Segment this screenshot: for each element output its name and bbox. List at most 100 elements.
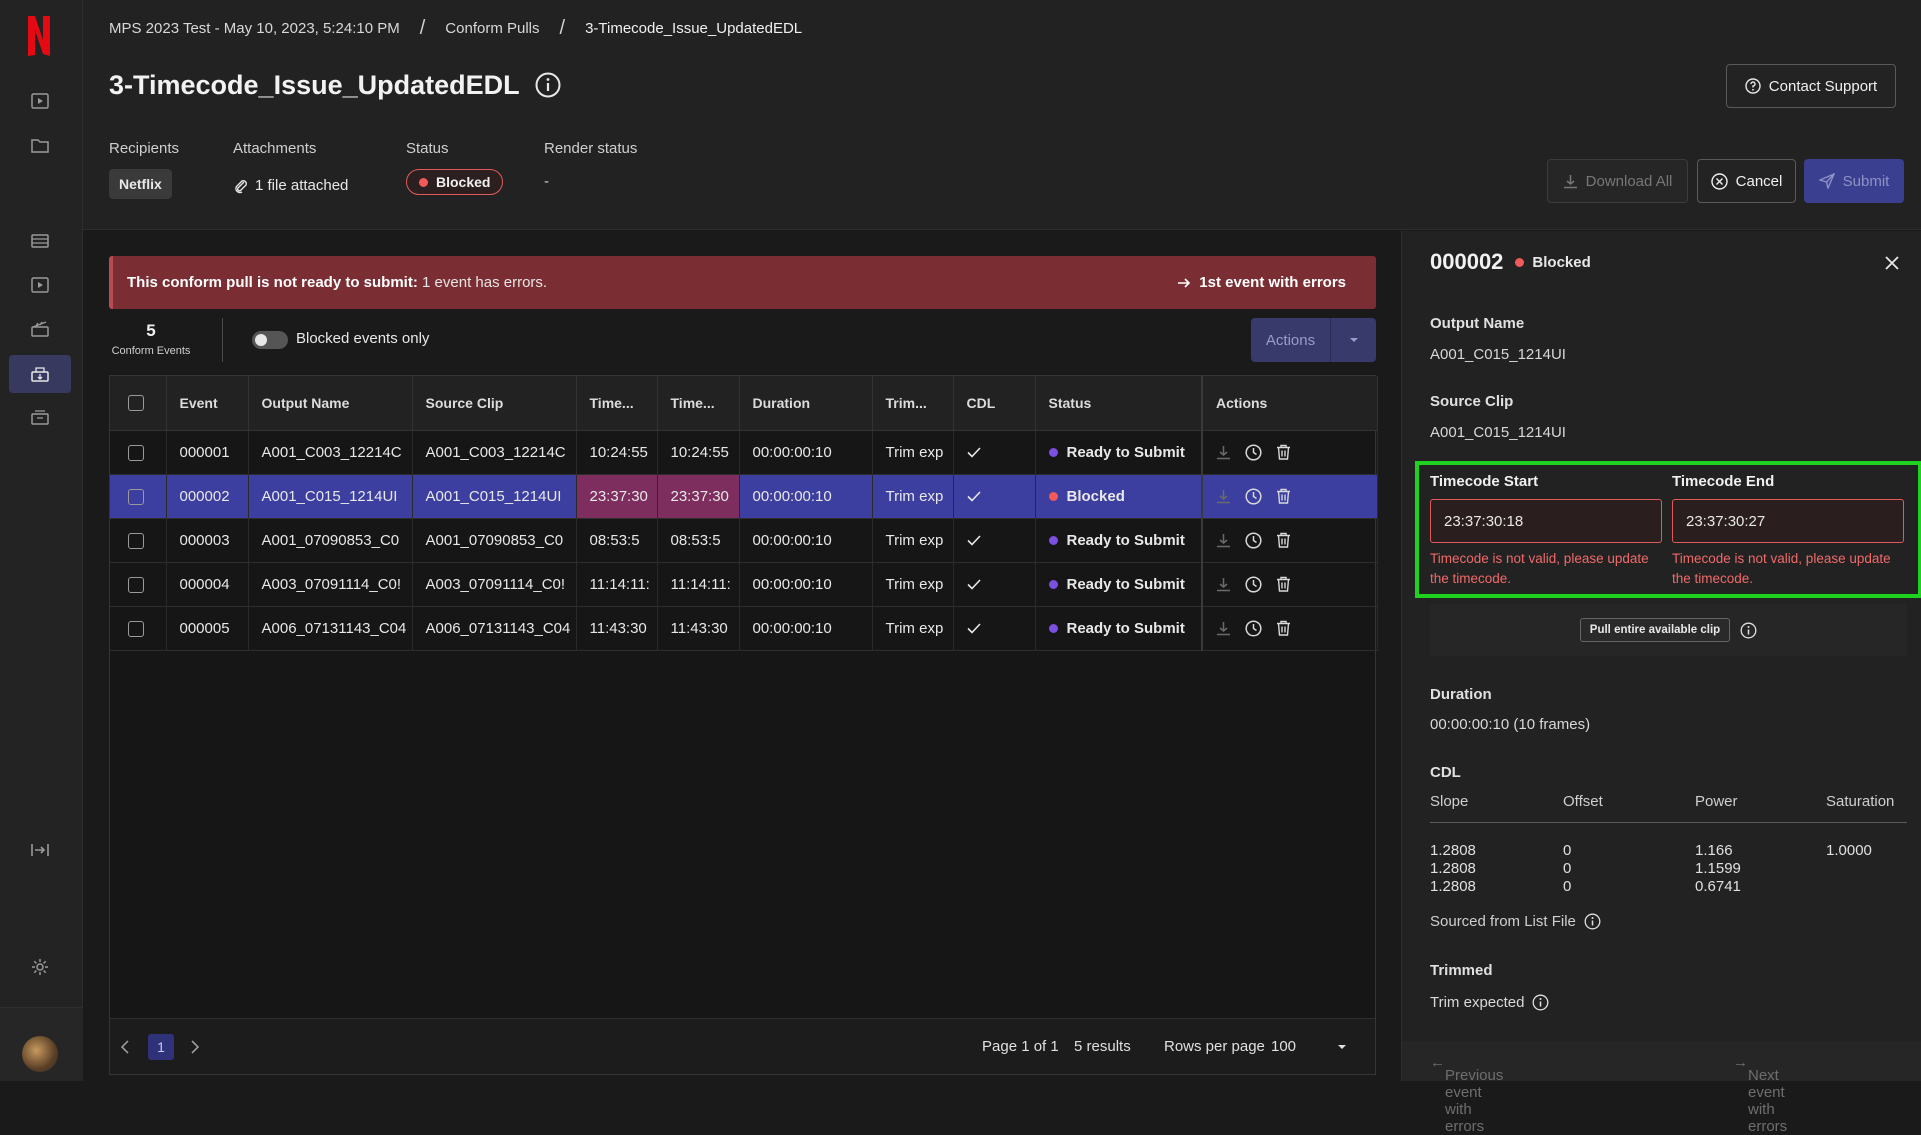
output-name-cell: A001_07090853_C0 <box>248 518 413 563</box>
cdl-header: Slope Offset Power Saturation <box>1430 793 1907 823</box>
alert-text: 1 event has errors. <box>417 274 548 291</box>
page-number-button[interactable]: 1 <box>148 1033 174 1060</box>
col-output-name[interactable]: Output Name <box>248 376 413 431</box>
settings-gear-icon[interactable] <box>28 955 52 979</box>
next-error-link[interactable]: → Next event with errors <box>1733 1054 1787 1135</box>
col-duration[interactable]: Duration <box>739 376 873 431</box>
conform-icon[interactable] <box>28 362 52 386</box>
output-name-cell: A006_07131143_C04 <box>248 606 413 651</box>
col-trim[interactable]: Trim... <box>872 376 954 431</box>
info-icon[interactable] <box>1532 994 1549 1011</box>
prev-page-icon[interactable] <box>120 1039 130 1054</box>
cdl-cell <box>953 518 1036 563</box>
info-icon[interactable] <box>1584 913 1601 930</box>
row-checkbox[interactable] <box>128 576 144 593</box>
row-select-cell[interactable] <box>110 518 167 563</box>
download-icon[interactable] <box>1216 533 1231 548</box>
status-text: Ready to Submit <box>1066 443 1185 461</box>
col-cdl[interactable]: CDL <box>953 376 1036 431</box>
close-icon[interactable] <box>1884 255 1900 271</box>
render-status-section: Render status - <box>544 140 637 190</box>
next-page-icon[interactable] <box>190 1039 200 1054</box>
row-checkbox[interactable] <box>128 532 144 549</box>
history-clock-icon[interactable] <box>1245 443 1262 461</box>
table-row[interactable]: 000004 A003_07091114_C0! A003_07091114_C0!… <box>110 562 1378 607</box>
cdl-cell <box>953 474 1036 519</box>
recipients-section: Recipients Netflix <box>109 140 179 199</box>
breadcrumb-project[interactable]: MPS 2023 Test - May 10, 2023, 5:24:10 PM <box>109 20 400 37</box>
col-status[interactable]: Status <box>1035 376 1203 431</box>
download-icon <box>1563 174 1577 188</box>
blocked-only-toggle[interactable] <box>252 331 288 349</box>
collapse-sidebar-icon[interactable] <box>28 838 52 862</box>
timecode-start-input[interactable]: 23:37:30:18 <box>1430 499 1662 543</box>
select-all-cell[interactable] <box>110 376 167 431</box>
media-icon[interactable] <box>28 273 52 297</box>
table-row[interactable]: 000002 A001_C015_1214UI A001_C015_1214UI 23… <box>110 474 1378 519</box>
rows-caret-icon[interactable] <box>1337 1044 1347 1050</box>
checkmark-icon <box>966 622 981 634</box>
alert-message: This conform pull is not ready to submit… <box>127 274 547 291</box>
play-icon[interactable] <box>28 89 52 113</box>
actions-button[interactable]: Actions <box>1251 318 1331 362</box>
trash-icon[interactable] <box>1276 620 1291 636</box>
download-icon[interactable] <box>1216 489 1231 504</box>
history-clock-icon[interactable] <box>1245 531 1262 549</box>
select-all-checkbox[interactable] <box>128 395 144 412</box>
folder-icon[interactable] <box>28 133 52 157</box>
breadcrumb-separator: / <box>419 17 426 39</box>
breadcrumb-conform-pulls[interactable]: Conform Pulls <box>445 20 539 37</box>
user-avatar[interactable] <box>22 1036 58 1072</box>
row-checkbox[interactable] <box>128 620 144 637</box>
breadcrumb-separator: / <box>559 17 566 39</box>
actions-dropdown[interactable]: Actions <box>1251 318 1376 362</box>
col-source-clip[interactable]: Source Clip <box>412 376 577 431</box>
contact-support-button[interactable]: Contact Support <box>1726 64 1896 108</box>
render-status-label: Render status <box>544 140 638 157</box>
attachments-link[interactable]: 1 file attached <box>223 169 348 194</box>
first-error-link[interactable]: 1st event with errors <box>1177 274 1346 291</box>
attachments-label: Attachments <box>233 140 317 157</box>
table-row[interactable]: 000003 A001_07090853_C0 A001_07090853_C0 08… <box>110 518 1378 563</box>
pull-entire-clip-button[interactable]: Pull entire available clip <box>1579 618 1731 642</box>
col-event[interactable]: Event <box>166 376 249 431</box>
status-text: Blocked <box>1066 487 1125 505</box>
clapper-icon[interactable] <box>28 317 52 341</box>
cancel-button[interactable]: Cancel <box>1697 159 1796 203</box>
history-clock-icon[interactable] <box>1245 487 1262 505</box>
event-cell: 000005 <box>166 606 249 651</box>
timecode-end-group: Timecode End 23:37:30:27 Timecode is not… <box>1672 473 1904 589</box>
row-checkbox[interactable] <box>128 488 144 505</box>
trash-icon[interactable] <box>1276 488 1291 504</box>
history-clock-icon[interactable] <box>1245 575 1262 593</box>
table-row[interactable]: 000005 A006_07131143_C04 A006_07131143_C04… <box>110 606 1378 651</box>
download-icon[interactable] <box>1216 621 1231 636</box>
previous-error-link[interactable]: ← Previous event with errors <box>1430 1054 1503 1135</box>
info-icon[interactable] <box>1740 622 1757 639</box>
col-timecode-start[interactable]: Time... <box>576 376 658 431</box>
toggle-knob <box>255 334 267 346</box>
output-name-cell: A001_C003_12214C <box>248 430 413 475</box>
row-select-cell[interactable] <box>110 474 167 519</box>
trash-icon[interactable] <box>1276 576 1291 592</box>
table-row[interactable]: 000001 A001_C003_12214C A001_C003_12214C 10… <box>110 430 1378 475</box>
rows-per-page-value[interactable]: 100 <box>1271 1038 1296 1055</box>
col-timecode-end[interactable]: Time... <box>657 376 740 431</box>
submit-button[interactable]: Submit <box>1804 159 1904 203</box>
download-all-button[interactable]: Download All <box>1547 159 1688 203</box>
trash-icon[interactable] <box>1276 444 1291 460</box>
download-icon[interactable] <box>1216 577 1231 592</box>
netflix-logo[interactable] <box>22 14 56 58</box>
row-checkbox[interactable] <box>128 444 144 461</box>
trash-icon[interactable] <box>1276 532 1291 548</box>
caret-down-icon[interactable] <box>1331 318 1376 362</box>
row-select-cell[interactable] <box>110 606 167 651</box>
download-icon[interactable] <box>1216 445 1231 460</box>
delivery-icon[interactable] <box>28 405 52 429</box>
row-select-cell[interactable] <box>110 562 167 607</box>
history-clock-icon[interactable] <box>1245 619 1262 637</box>
row-select-cell[interactable] <box>110 430 167 475</box>
timecode-end-input[interactable]: 23:37:30:27 <box>1672 499 1904 543</box>
info-icon[interactable] <box>535 72 561 98</box>
film-icon[interactable] <box>28 229 52 253</box>
